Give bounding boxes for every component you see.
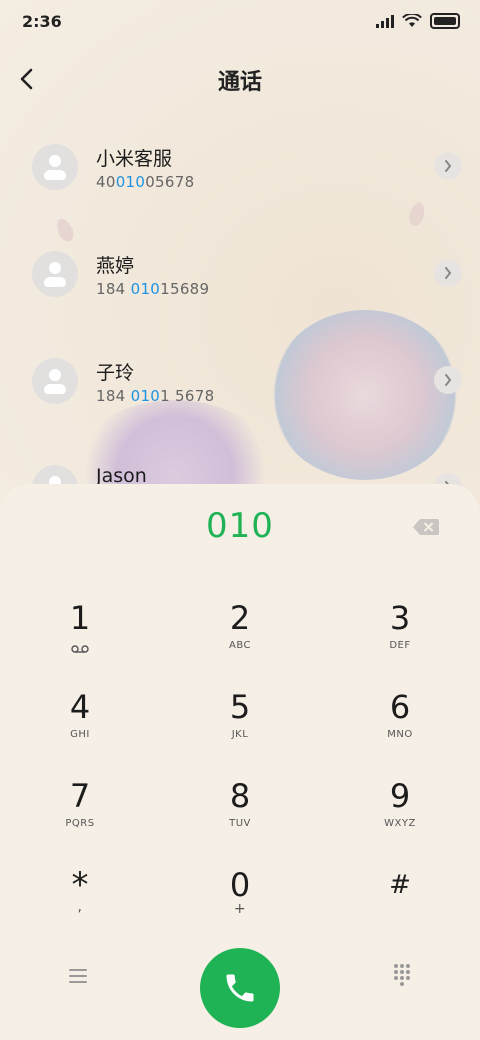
avatar: [32, 358, 78, 404]
contact-name: 小米客服: [96, 148, 173, 170]
chevron-right-icon: [445, 160, 452, 172]
contact-detail-button[interactable]: [434, 366, 462, 394]
contact-row[interactable]: 小米客服 4001005678: [0, 130, 480, 210]
dial-key-2[interactable]: 2 ABC: [180, 594, 300, 674]
avatar: [32, 251, 78, 297]
page-title: 通话: [217, 70, 262, 95]
dial-key-star[interactable]: * ,: [20, 861, 140, 941]
contact-row[interactable]: 燕婷 184 01015689: [0, 237, 480, 317]
signal-icon: [376, 14, 394, 28]
voicemail-icon: [71, 645, 89, 653]
phone-icon: [226, 974, 254, 1002]
contact-number: 184 0101 5678: [96, 387, 215, 405]
status-icons: [376, 13, 460, 29]
status-time: 2:36: [22, 12, 62, 31]
keypad-toggle-icon[interactable]: [390, 962, 414, 986]
status-bar: 2:36: [0, 0, 480, 44]
call-button[interactable]: [200, 948, 280, 1028]
contact-number: 4001005678: [96, 173, 195, 191]
backspace-icon[interactable]: [412, 518, 440, 536]
dial-key-7[interactable]: 7 PQRS: [20, 772, 140, 852]
dial-key-1[interactable]: 1: [20, 594, 140, 674]
contact-name: 燕婷: [96, 255, 135, 277]
contact-detail-button[interactable]: [434, 152, 462, 180]
contact-detail-button[interactable]: [434, 259, 462, 287]
header: 通话: [0, 52, 480, 108]
contact-name: 子玲: [96, 362, 135, 384]
contact-row[interactable]: 子玲 184 0101 5678: [0, 344, 480, 424]
dial-key-hash[interactable]: #: [340, 861, 460, 941]
dialed-number: 010: [206, 506, 274, 546]
dial-key-4[interactable]: 4 GHI: [20, 683, 140, 763]
menu-button[interactable]: [66, 964, 90, 988]
battery-icon: [430, 13, 460, 29]
chevron-right-icon: [445, 267, 452, 279]
menu-icon: [69, 969, 87, 983]
dial-key-9[interactable]: 9 WXYZ: [340, 772, 460, 852]
wifi-icon: [402, 14, 422, 27]
avatar: [32, 144, 78, 190]
dial-key-8[interactable]: 8 TUV: [180, 772, 300, 852]
dial-key-5[interactable]: 5 JKL: [180, 683, 300, 763]
dial-key-6[interactable]: 6 MNO: [340, 683, 460, 763]
chevron-right-icon: [445, 374, 452, 386]
contact-number: 184 01015689: [96, 280, 210, 298]
dialpad-panel: 010 1 2 ABC 3 DEF 4 GHI 5 JKL 6 MNO 7 PQ…: [0, 484, 480, 1040]
dial-key-0[interactable]: 0 +: [180, 861, 300, 941]
dial-key-3[interactable]: 3 DEF: [340, 594, 460, 674]
